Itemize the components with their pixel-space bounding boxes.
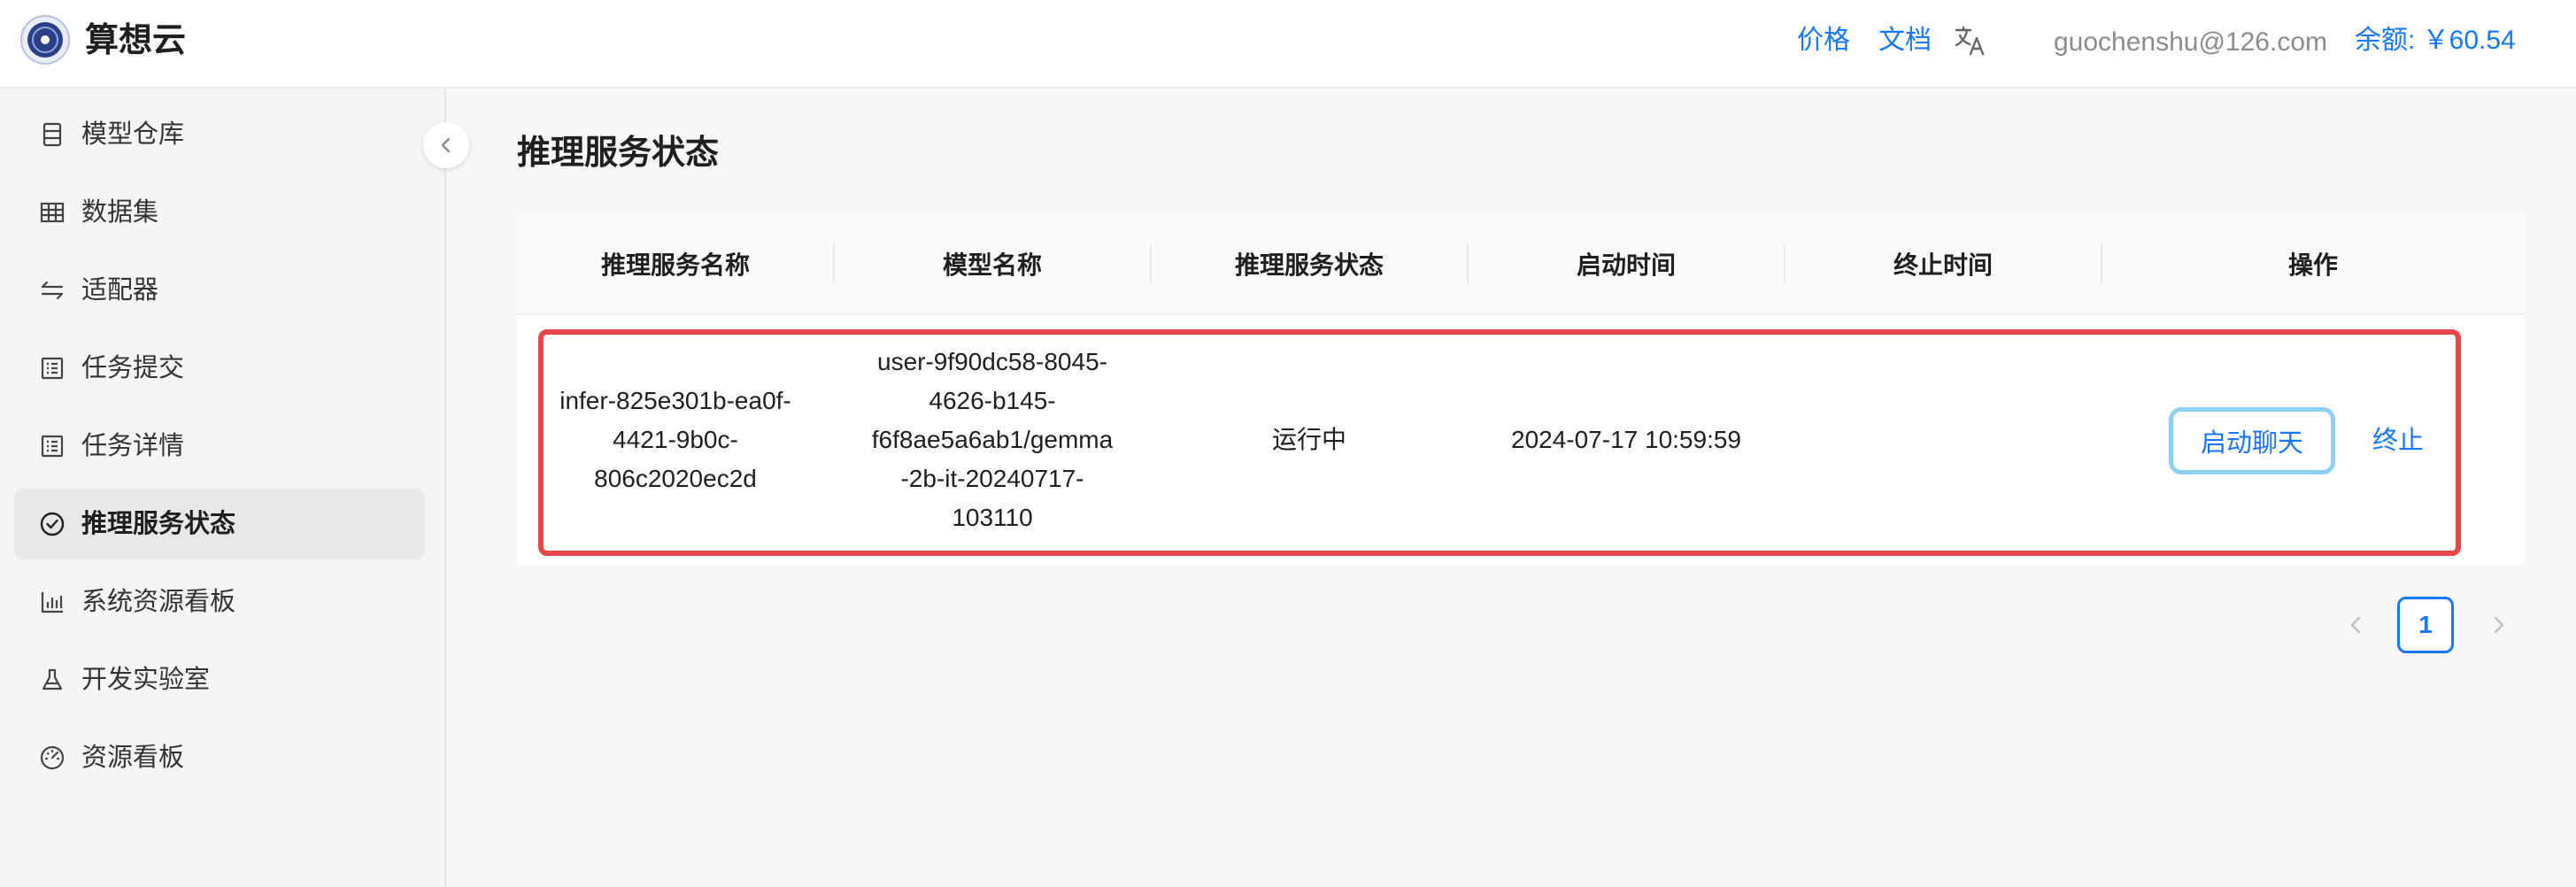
start-time-cell: 2024-07-17 10:59:59 <box>1468 315 1785 565</box>
sidebar-collapse-button[interactable] <box>423 122 469 168</box>
sidebar-item-label: 模型仓库 <box>81 120 185 149</box>
sidebar-item-label: 系统资源看板 <box>81 588 236 616</box>
sidebar-item-adapters[interactable]: 适配器 <box>14 255 425 326</box>
table-grid-icon <box>40 202 65 223</box>
sidebar-item-model-repo[interactable]: 模型仓库 <box>14 99 425 170</box>
sidebar-item-datasets[interactable]: 数据集 <box>14 177 425 248</box>
sidebar-item-task-details[interactable]: 任务详情 <box>14 411 425 482</box>
sidebar-item-system-resources[interactable]: 系统资源看板 <box>14 567 425 637</box>
list-doc-icon <box>41 435 64 458</box>
service-name-cell: infer-825e301b-ea0f- 4421-9b0c- 806c2020… <box>517 315 834 565</box>
translate-icon[interactable] <box>1953 23 1988 58</box>
sidebar-item-label: 任务详情 <box>81 432 185 460</box>
sidebar-item-label: 任务提交 <box>81 354 185 382</box>
column-header: 启动时间 <box>1576 251 1676 279</box>
model-name-cell: user-9f90dc58-8045- 4626-b145- f6f8ae5a6… <box>834 315 1151 565</box>
sidebar-item-label: 开发实验室 <box>81 666 211 694</box>
sidebar-item-task-submit[interactable]: 任务提交 <box>14 333 425 404</box>
sidebar-item-resource-board[interactable]: 资源看板 <box>14 722 425 793</box>
service-status: 运行中 <box>1271 426 1346 453</box>
column-header: 终止时间 <box>1893 251 1993 279</box>
start-chat-button[interactable]: 启动聊天 <box>2169 407 2335 474</box>
sidebar-item-dev-lab[interactable]: 开发实验室 <box>14 644 425 715</box>
sidebar-item-inference-status[interactable]: 推理服务状态 <box>14 489 425 559</box>
start-time: 2024-07-17 10:59:59 <box>1511 426 1741 453</box>
model-repo-icon <box>42 122 62 147</box>
pagination-prev-icon[interactable] <box>2342 611 2371 639</box>
column-header: 操作 <box>2287 251 2338 279</box>
model-name: user-9f90dc58-8045- 4626-b145- f6f8ae5a6… <box>871 348 1114 531</box>
user-email[interactable]: guochenshu@126.com <box>2054 25 2327 60</box>
list-doc-icon <box>41 357 64 380</box>
logo-icon[interactable] <box>19 14 71 66</box>
status-cell: 运行中 <box>1151 315 1468 565</box>
check-circle-icon <box>40 512 65 536</box>
chevron-left-icon <box>441 137 451 153</box>
service-name: infer-825e301b-ea0f- 4421-9b0c- 806c2020… <box>559 387 791 492</box>
pagination-page-button[interactable]: 1 <box>2397 597 2454 653</box>
sidebar-item-label: 数据集 <box>81 198 159 227</box>
sidebar-item-label: 推理服务状态 <box>81 510 236 538</box>
docs-link[interactable]: 文档 <box>1878 23 1932 58</box>
sidebar-item-label: 适配器 <box>81 276 159 305</box>
pagination-next-icon[interactable] <box>2484 611 2512 639</box>
column-header: 推理服务状态 <box>1234 251 1384 279</box>
top-header: 算想云 价格 文档 guochenshu@126.com 余额: ￥60.54 <box>0 0 2576 89</box>
bar-chart-icon <box>41 592 63 613</box>
flask-icon <box>42 668 63 690</box>
page-title: 推理服务状态 <box>517 135 720 172</box>
swap-arrows-icon <box>41 281 64 300</box>
end-time-cell <box>1785 315 2102 565</box>
account-balance[interactable]: 余额: ￥60.54 <box>2355 23 2516 58</box>
dashboard-icon <box>40 745 65 770</box>
column-header: 推理服务名称 <box>600 251 750 279</box>
price-link[interactable]: 价格 <box>1797 23 1850 58</box>
column-header: 模型名称 <box>942 251 1042 279</box>
brand-name[interactable]: 算想云 <box>85 19 186 62</box>
stop-link[interactable]: 终止 <box>2372 423 2424 459</box>
table-header: 推理服务名称 模型名称 推理服务状态 启动时间 终止时间 操作 <box>517 212 2525 315</box>
sidebar: 模型仓库 数据集 适配器 任务提交 任务详情 推理服务状态 系统资源看板 开发实… <box>0 89 446 887</box>
sidebar-item-label: 资源看板 <box>81 744 185 772</box>
